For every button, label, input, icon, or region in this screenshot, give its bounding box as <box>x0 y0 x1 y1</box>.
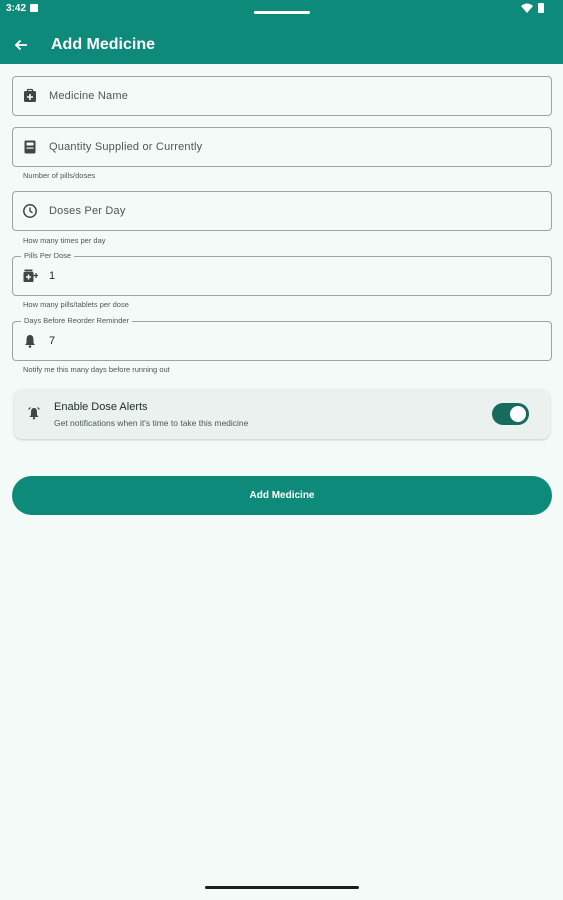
reorder-days-value: 7 <box>49 335 56 347</box>
navigation-handle[interactable] <box>205 886 359 889</box>
reorder-days-helper: Notify me this many days before running … <box>23 365 170 374</box>
dose-alerts-subtitle: Get notifications when it's time to take… <box>54 418 249 428</box>
toggle-knob <box>510 406 526 422</box>
doses-per-day-field[interactable]: Doses Per Day <box>12 191 552 231</box>
doses-per-day-helper: How many times per day <box>23 236 106 245</box>
bell-icon <box>25 335 35 348</box>
arrow-back-icon <box>14 39 27 51</box>
dose-alerts-card: Enable Dose Alerts Get notifications whe… <box>14 389 550 439</box>
back-button[interactable] <box>8 32 34 58</box>
doses-per-day-placeholder: Doses Per Day <box>49 205 126 217</box>
reorder-days-field[interactable]: Days Before Reorder Reminder 7 <box>12 316 552 361</box>
battery-icon <box>538 3 544 13</box>
clock-icon <box>23 204 37 218</box>
dose-alerts-title: Enable Dose Alerts <box>54 401 148 413</box>
status-bar: 3:42 <box>0 0 563 18</box>
notification-icon <box>30 4 38 12</box>
quantity-placeholder: Quantity Supplied or Currently <box>49 141 203 153</box>
add-medicine-button[interactable]: Add Medicine <box>12 476 552 515</box>
calculator-icon <box>24 140 36 154</box>
pills-per-dose-label: Pills Per Dose <box>21 251 75 260</box>
medication-add-icon <box>23 269 38 282</box>
status-time: 3:42 <box>6 3 27 14</box>
camera-pill <box>254 11 310 14</box>
quantity-helper: Number of pills/doses <box>23 171 96 180</box>
pills-per-dose-value: 1 <box>49 270 56 282</box>
medical-bag-icon <box>24 88 36 102</box>
page-title: Add Medicine <box>51 36 156 53</box>
pills-per-dose-field[interactable]: Pills Per Dose 1 <box>12 251 552 296</box>
quantity-field[interactable]: Quantity Supplied or Currently <box>12 127 552 167</box>
medicine-name-placeholder: Medicine Name <box>49 90 129 102</box>
dose-alerts-toggle[interactable] <box>492 403 529 425</box>
medicine-name-field[interactable]: Medicine Name <box>12 76 552 116</box>
app-bar: 3:42 Add Medicine <box>0 0 563 64</box>
pills-per-dose-helper: How many pills/tablets per dose <box>23 300 129 309</box>
alarm-bell-icon <box>28 407 40 420</box>
wifi-icon <box>521 3 533 13</box>
reorder-days-label: Days Before Reorder Reminder <box>21 316 133 325</box>
